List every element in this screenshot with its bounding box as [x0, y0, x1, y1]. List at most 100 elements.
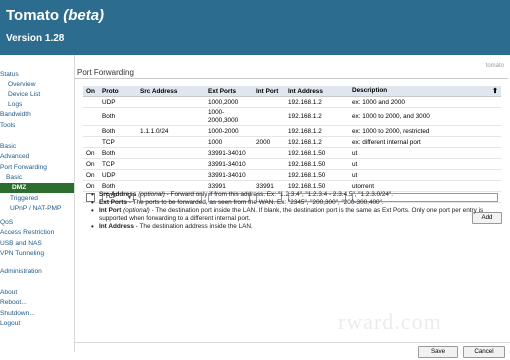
help-note-term: Int Port [99, 207, 122, 214]
cell-on [83, 136, 99, 148]
help-note-term: Ext Ports [99, 199, 128, 206]
cell-src [137, 96, 205, 108]
table-row[interactable]: On UDP 33991-34010 192.168.1.50 ut [83, 169, 501, 181]
help-note-text: - The ports to be forwarded, as seen fro… [127, 199, 384, 206]
page-title: Port Forwarding [77, 68, 134, 77]
cell-int-addr: 192.168.1.2 [285, 107, 349, 126]
column-header-int-port[interactable]: Int Port [253, 86, 285, 97]
cell-int-addr: 192.168.1.2 [285, 136, 349, 148]
bullet-icon: • [91, 222, 94, 231]
cell-int-addr: 192.168.1.50 [285, 147, 349, 159]
column-header-label: Description [352, 87, 388, 94]
app-header: Tomato (beta) Version 1.28 [0, 0, 510, 55]
sidebar-item-basic[interactable]: Basic [0, 173, 74, 183]
cell-desc: ut [349, 147, 501, 159]
cell-proto: UDP [99, 96, 137, 108]
app-title-beta: (beta) [63, 7, 105, 24]
cell-on: On [83, 169, 99, 181]
bullet-icon: • [91, 206, 94, 215]
cell-ext: 1000-2000 [205, 125, 253, 137]
table-row[interactable]: UDP 1000,2000 192.168.1.2 ex: 1000 and 2000 [83, 96, 501, 108]
cell-on [83, 107, 99, 126]
help-note: • Int Port (optional) - The destination p… [91, 207, 486, 223]
sidebar-item-tools[interactable]: Tools [0, 121, 74, 131]
cell-proto: Both [99, 107, 137, 126]
sidebar-item-logout[interactable]: Logout [0, 319, 74, 329]
table-row[interactable]: On Both 33991 33991 192.168.1.50 utorrent [83, 180, 501, 192]
cell-src [137, 169, 205, 181]
cell-proto: Both [99, 125, 137, 137]
help-note-qualifier: (optional) [123, 207, 150, 214]
brand-tag: tomato [485, 63, 504, 69]
help-note-term: Int Address [99, 223, 134, 230]
table-row[interactable]: On TCP 33991-34010 192.168.1.50 ut [83, 158, 501, 170]
sidebar-item-upnp-nat-pmp[interactable]: UPnP / NAT-PMP [0, 204, 74, 214]
sidebar-item-advanced[interactable]: Advanced [0, 152, 74, 162]
cell-ext: 1000-2000,3000 [205, 107, 253, 126]
column-header-label: On [86, 87, 95, 95]
sidebar-item-bandwidth[interactable]: Bandwidth [0, 110, 74, 120]
cell-int-port: 33991 [253, 180, 285, 192]
column-header-src-address[interactable]: Src Address [137, 86, 205, 97]
sidebar-item-logs[interactable]: Logs [0, 100, 74, 110]
cell-ext: 1000,2000 [205, 96, 253, 108]
sidebar-item-basic[interactable]: Basic [0, 142, 74, 152]
help-note: • Int Address - The destination address i… [91, 223, 486, 231]
column-header-label: Proto [102, 87, 119, 95]
help-note: • Src Address (optional) - Forward only i… [91, 191, 486, 199]
sidebar-item-device-list[interactable]: Device List [0, 90, 74, 100]
sidebar-item-triggered[interactable]: Triggered [0, 194, 74, 204]
cell-int-addr: 192.168.1.2 [285, 96, 349, 108]
table-row[interactable]: TCP 1000 2000 192.168.1.2 ex: different inte… [83, 136, 501, 148]
cancel-button[interactable]: Cancel [463, 346, 505, 358]
cell-int-port [253, 96, 285, 108]
column-header-description[interactable]: Description ⬆ [349, 86, 501, 97]
save-button[interactable]: Save [418, 346, 458, 358]
cell-proto: Both [99, 180, 137, 192]
sidebar-item-dmz[interactable]: DMZ [0, 183, 74, 193]
cell-int-port [253, 169, 285, 181]
table-row[interactable]: Both 1000-2000,3000 192.168.1.2 ex: 1000 to… [83, 107, 501, 126]
table-row[interactable]: Both 1.1.1.0/24 1000-2000 192.168.1.2 ex: 10… [83, 125, 501, 137]
cell-desc: ut [349, 169, 501, 181]
app-version: Version 1.28 [6, 33, 65, 44]
help-notes: • Src Address (optional) - Forward only i… [91, 191, 486, 231]
sort-arrow-up-icon[interactable]: ⬆ [492, 87, 498, 95]
cell-ext: 33991-34010 [205, 147, 253, 159]
sidebar-item-port-forwarding[interactable]: Port Forwarding [0, 163, 74, 173]
cell-ext: 33991 [205, 180, 253, 192]
cell-src: 1.1.1.0/24 [137, 125, 205, 137]
sidebar-item-status[interactable]: Status [0, 70, 74, 80]
column-header-on[interactable]: On [83, 86, 99, 97]
sidebar-item-shutdown[interactable]: Shutdown... [0, 309, 74, 319]
cell-int-addr: 192.168.1.50 [285, 180, 349, 192]
cell-ext: 33991-34010 [205, 158, 253, 170]
cell-on [83, 96, 99, 108]
sidebar-item-reboot[interactable]: Reboot... [0, 298, 74, 308]
help-note-text: - The destination address inside the LAN… [133, 223, 253, 230]
column-header-int-address[interactable]: Int Address [285, 86, 349, 97]
app-title: Tomato (beta) [6, 7, 105, 24]
sidebar-item-administration[interactable]: Administration [0, 267, 74, 277]
help-note-term: Src Address [99, 191, 137, 198]
sidebar-item-about[interactable]: About [0, 288, 74, 298]
sidebar-item-access-restriction[interactable]: Access Restriction [0, 228, 74, 238]
column-header-label: Ext Ports [208, 87, 237, 95]
cell-proto: TCP [99, 158, 137, 170]
cell-int-port [253, 158, 285, 170]
help-note: • Ext Ports - The ports to be forwarded, … [91, 199, 486, 207]
sidebar-item-vpn-tunneling[interactable]: VPN Tunneling [0, 249, 74, 259]
table-row[interactable]: On Both 33991-34010 192.168.1.50 ut [83, 147, 501, 159]
column-header-ext-ports[interactable]: Ext Ports [205, 86, 253, 97]
sidebar-item-usb-and-nas[interactable]: USB and NAS [0, 239, 74, 249]
cell-src [137, 147, 205, 159]
cell-on: On [83, 158, 99, 170]
sidebar-item-overview[interactable]: Overview [0, 80, 74, 90]
cell-desc: ex: different internal port [349, 136, 501, 148]
cell-src [137, 107, 205, 126]
main-content: tomato Port Forwarding On Proto Src Addres… [75, 55, 510, 342]
column-header-proto[interactable]: Proto [99, 86, 137, 97]
sidebar-item-qos[interactable]: QoS [0, 218, 74, 228]
cell-src [137, 180, 205, 192]
port-forward-table: On Proto Src Address Ext Ports Int Port Int A… [83, 86, 501, 203]
